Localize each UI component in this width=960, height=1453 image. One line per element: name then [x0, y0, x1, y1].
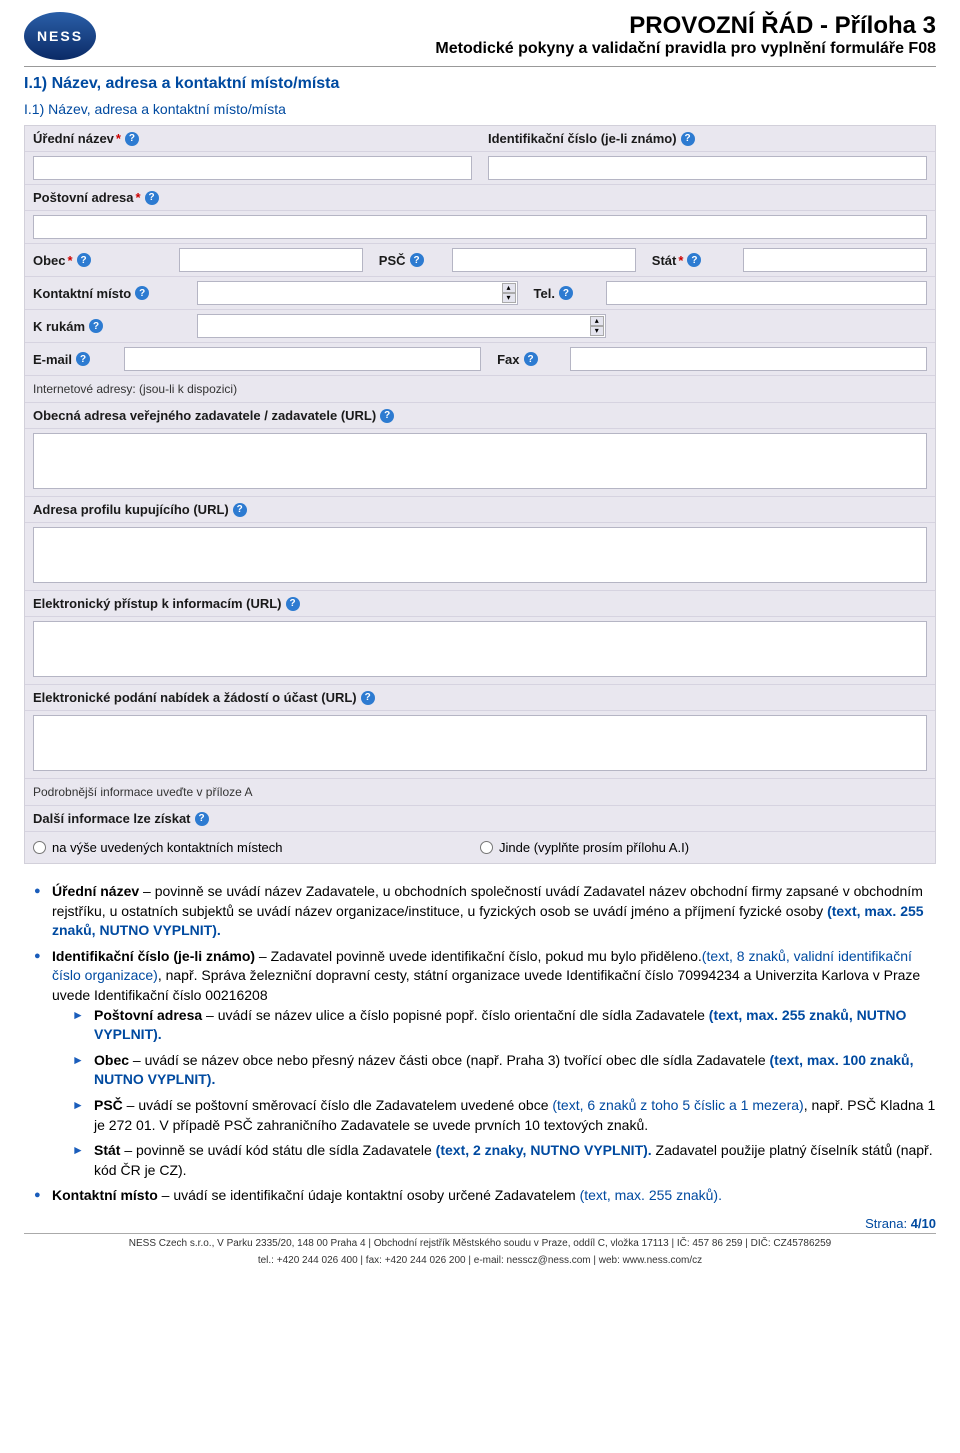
label-el-pristup-url: Elektronický přístup k informacím (URL) [33, 596, 282, 611]
label-id-cislo: Identifikační číslo (je-li známo) [488, 131, 677, 146]
sub-obec: Obec – uvádí se název obce nebo přesný n… [94, 1051, 936, 1090]
bullet-kontaktni-misto: Kontaktní místo – uvádí se identifikační… [52, 1186, 936, 1206]
help-icon[interactable]: ? [524, 352, 538, 366]
sub-psc: PSČ – uvádí se poštovní směrovací číslo … [94, 1096, 936, 1135]
sub-stat: Stát – povinně se uvádí kód státu dle sí… [94, 1141, 936, 1180]
help-icon[interactable]: ? [233, 503, 247, 517]
spin-down-icon[interactable]: ▾ [590, 326, 604, 336]
radio-dalsi-info-1[interactable] [33, 841, 46, 854]
bullet-uredni-nazev: Úřední název – povinně se uvádí název Za… [52, 882, 936, 941]
help-icon[interactable]: ? [286, 597, 300, 611]
help-icon[interactable]: ? [195, 812, 209, 826]
help-icon[interactable]: ? [687, 253, 701, 267]
input-fax[interactable] [570, 347, 927, 371]
help-icon[interactable]: ? [559, 286, 573, 300]
input-kontaktni-misto[interactable] [197, 281, 518, 305]
radio-dalsi-info-2[interactable] [480, 841, 493, 854]
label-dalsi-info: Další informace lze získat [33, 811, 191, 826]
radio-label-1: na výše uvedených kontaktních místech [52, 840, 283, 855]
help-icon[interactable]: ? [145, 191, 159, 205]
doc-subtitle: Metodické pokyny a validační pravidla pr… [104, 40, 936, 58]
help-icon[interactable]: ? [89, 319, 103, 333]
help-icon[interactable]: ? [77, 253, 91, 267]
sub-postovni-adresa: Poštovní adresa – uvádí se název ulice a… [94, 1006, 936, 1045]
label-internetove-adresy: Internetové adresy: (jsou-li k dispozici… [25, 376, 245, 402]
spin-up-icon[interactable]: ▴ [590, 316, 604, 326]
help-icon[interactable]: ? [380, 409, 394, 423]
footer-line-2: tel.: +420 244 026 400 | fax: +420 244 0… [24, 1251, 936, 1266]
section-heading: I.1) Název, adresa a kontaktní místo/mís… [24, 75, 936, 93]
help-icon[interactable]: ? [681, 132, 695, 146]
spin-down-icon[interactable]: ▾ [502, 293, 516, 303]
label-stat: Stát* [652, 253, 684, 268]
input-obecna-url[interactable] [33, 433, 927, 489]
spin-up-icon[interactable]: ▴ [502, 283, 516, 293]
label-fax: Fax [497, 352, 519, 367]
input-psc[interactable] [452, 248, 636, 272]
help-icon[interactable]: ? [76, 352, 90, 366]
doc-title: PROVOZNÍ ŘÁD - Příloha 3 [104, 12, 936, 40]
label-el-podani-url: Elektronické podání nabídek a žádostí o … [33, 690, 357, 705]
input-el-pristup-url[interactable] [33, 621, 927, 677]
instructions-block: Úřední název – povinně se uvádí název Za… [24, 864, 936, 1206]
radio-label-2: Jinde (vyplňte prosím přílohu A.I) [499, 840, 689, 855]
label-postovni-adresa: Poštovní adresa* [33, 190, 141, 205]
help-icon[interactable]: ? [125, 132, 139, 146]
label-email: E-mail [33, 352, 72, 367]
input-uredni-nazev[interactable] [33, 156, 472, 180]
label-tel: Tel. [534, 286, 555, 301]
help-icon[interactable]: ? [410, 253, 424, 267]
label-podrobnejsi: Podrobnější informace uveďte v příloze A [25, 779, 261, 805]
input-postovni-adresa[interactable] [33, 215, 927, 239]
input-stat[interactable] [743, 248, 927, 272]
page-number: Strana: 4/10 [24, 1216, 936, 1231]
help-icon[interactable]: ? [361, 691, 375, 705]
bullet-id-cislo: Identifikační číslo (je-li známo) – Zada… [52, 947, 936, 1181]
ness-logo [24, 12, 96, 60]
input-k-rukam[interactable] [197, 314, 606, 338]
form-area: Úřední název* ? Identifikační číslo (je-… [24, 125, 936, 864]
input-id-cislo[interactable] [488, 156, 927, 180]
input-profil-url[interactable] [33, 527, 927, 583]
help-icon[interactable]: ? [135, 286, 149, 300]
input-obec[interactable] [179, 248, 363, 272]
label-psc: PSČ [379, 253, 406, 268]
separator [24, 66, 936, 67]
input-tel[interactable] [606, 281, 927, 305]
footer-line-1: NESS Czech s.r.o., V Parku 2335/20, 148 … [24, 1233, 936, 1249]
label-obecna-url: Obecná adresa veřejného zadavatele / zad… [33, 408, 376, 423]
label-uredni-nazev: Úřední název* [33, 131, 121, 146]
label-k-rukam: K rukám [33, 319, 85, 334]
input-email[interactable] [124, 347, 481, 371]
label-profil-url: Adresa profilu kupujícího (URL) [33, 502, 229, 517]
label-obec: Obec* [33, 253, 73, 268]
section-subheading: I.1) Název, adresa a kontaktní místo/mís… [24, 101, 936, 117]
input-el-podani-url[interactable] [33, 715, 927, 771]
label-kontaktni-misto: Kontaktní místo [33, 286, 131, 301]
